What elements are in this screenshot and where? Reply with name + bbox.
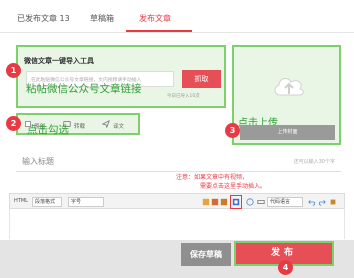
video-note-line2: 需要点击这里手动插入。 xyxy=(200,183,267,190)
option-translation-label[interactable]: 译文 xyxy=(113,122,124,130)
step-marker-1: 1 xyxy=(6,63,21,78)
editor-toolbar: HTML 段落格式 字号 代码语言 xyxy=(9,193,345,209)
html-mode-button[interactable]: HTML xyxy=(14,198,28,204)
tab-bar: 已发布文章 13 草稿箱 发布文章 xyxy=(0,0,354,33)
fullscreen-icon[interactable] xyxy=(329,198,337,206)
option-repost-label[interactable]: 转载 xyxy=(74,122,85,130)
step-marker-4: 4 xyxy=(278,260,293,275)
font-size-select[interactable]: 字号 xyxy=(68,197,104,207)
wechat-import-panel: 微信文章一键导入工具 在此粘贴微信公众号文章链接，文内视频请手动插入 粘帖微信公… xyxy=(16,45,226,108)
active-tab-indicator xyxy=(126,30,192,32)
ruler-icon[interactable] xyxy=(257,198,265,206)
image-icon[interactable] xyxy=(202,198,210,206)
article-type-options: 原创 转载 译文 点击勾选 xyxy=(16,113,140,136)
fetch-button[interactable]: 抓取 xyxy=(182,70,221,88)
tab-published[interactable]: 已发布文章 13 xyxy=(17,14,70,24)
editor-content-area[interactable] xyxy=(9,209,345,239)
attachment-icon[interactable] xyxy=(211,198,219,206)
article-link-placeholder: 在此粘贴微信公众号文章链接，文内视频请手动插入 xyxy=(31,78,142,83)
step-marker-2: 2 xyxy=(6,116,21,131)
cloud-upload-icon xyxy=(274,77,304,96)
tab-publish-article[interactable]: 发布文章 xyxy=(139,14,171,24)
video-note-line1: 注意：如果文章中有视频， xyxy=(176,174,249,181)
step-marker-3: 3 xyxy=(225,123,240,138)
code-language-select[interactable]: 代码语言 xyxy=(267,197,303,207)
import-count-text: 今日已导入10次 xyxy=(167,94,200,99)
title-char-counter: 还可以输入30个字 xyxy=(293,159,335,165)
paragraph-format-select[interactable]: 段落格式 xyxy=(32,197,62,207)
save-draft-button[interactable]: 保存草稿 xyxy=(181,243,231,266)
undo-icon[interactable] xyxy=(308,198,316,206)
import-tool-title: 微信文章一键导入工具 xyxy=(24,57,94,65)
paste-link-hint: 粘帖微信公众号文章链接 xyxy=(26,83,142,95)
music-icon[interactable] xyxy=(220,198,228,206)
title-placeholder: 输入标题 xyxy=(22,157,54,166)
video-icon[interactable] xyxy=(232,198,240,206)
send-icon xyxy=(102,120,110,128)
upload-cover-button[interactable]: 上传封面 xyxy=(240,125,335,140)
redo-icon[interactable] xyxy=(318,198,326,206)
tab-drafts[interactable]: 草稿箱 xyxy=(90,14,114,24)
cover-upload-panel[interactable]: 点击上传 上传封面 xyxy=(232,45,341,145)
clock-icon[interactable] xyxy=(246,198,254,206)
title-input[interactable]: 输入标题 还可以输入30个字 xyxy=(16,150,341,172)
click-check-hint: 点击勾选 xyxy=(27,124,69,136)
